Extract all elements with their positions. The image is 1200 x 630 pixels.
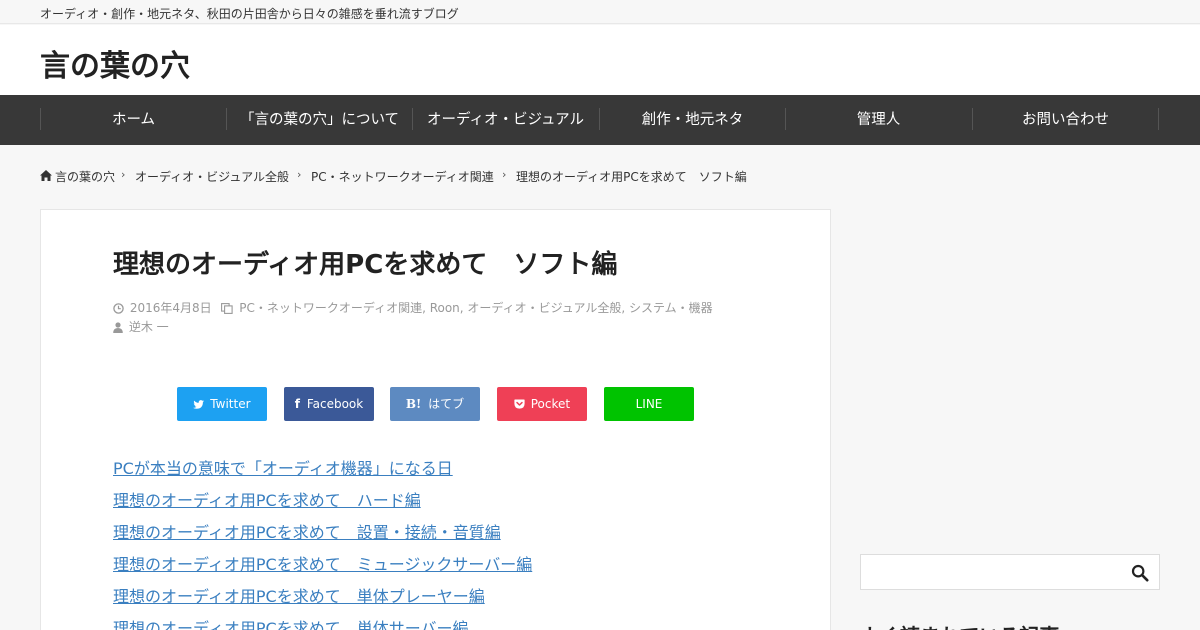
series-link-item[interactable]: 理想のオーディオ用PCを求めて 設置・接続・音質編 xyxy=(113,521,532,553)
facebook-share-button[interactable]: f Facebook xyxy=(284,387,374,421)
hatena-share-label: はてブ xyxy=(428,397,465,411)
global-nav: ホーム 「言の葉の穴」について オーディオ・ビジュアル 創作・地元ネタ 管理人 … xyxy=(0,95,1200,145)
search-input[interactable] xyxy=(860,554,1160,590)
breadcrumb-current: 理想のオーディオ用PCを求めて ソフト編 xyxy=(516,170,747,184)
pocket-icon xyxy=(514,399,525,409)
breadcrumb-category-audio-visual[interactable]: オーディオ・ビジュアル全般 xyxy=(135,168,289,185)
user-icon xyxy=(113,322,123,333)
hatena-share-button[interactable]: B! はてブ xyxy=(390,387,480,421)
post-meta-line: 2016年4月8日 PC・ネットワークオーディオ関連, Roon, オーディオ・… xyxy=(113,299,713,316)
clock-icon xyxy=(113,303,124,314)
hatena-icon: B! xyxy=(405,397,422,411)
post-author-line: 逆木 一 xyxy=(113,318,169,335)
page-title: 理想のオーディオ用PCを求めて ソフト編 xyxy=(113,250,618,280)
series-link-list: PCが本当の意味で「オーディオ機器」になる日 理想のオーディオ用PCを求めて ハ… xyxy=(113,457,532,630)
nav-item-admin[interactable]: 管理人 xyxy=(785,95,972,145)
post-date: 2016年4月8日 xyxy=(129,301,212,315)
series-link-item[interactable]: PCが本当の意味で「オーディオ機器」になる日 xyxy=(113,457,532,489)
top-tagline-bar: オーディオ・創作・地元ネタ、秋田の片田舎から日々の雑感を垂れ流すブログ xyxy=(0,0,1200,24)
home-icon xyxy=(40,170,52,181)
twitter-share-label: Twitter xyxy=(210,397,251,411)
site-tagline: オーディオ・創作・地元ネタ、秋田の片田舎から日々の雑感を垂れ流すブログ xyxy=(40,7,459,21)
line-share-label: LINE xyxy=(635,397,663,411)
facebook-icon: f xyxy=(294,397,300,411)
series-link-item[interactable]: 理想のオーディオ用PCを求めて ミュージックサーバー編 xyxy=(113,553,532,585)
chevron-right-icon: › xyxy=(297,168,302,181)
series-link-item[interactable]: 理想のオーディオ用PCを求めて 単体サーバー編 xyxy=(113,617,532,630)
nav-item-audio-visual[interactable]: オーディオ・ビジュアル xyxy=(412,95,599,145)
nav-item-about[interactable]: 「言の葉の穴」について xyxy=(226,95,413,145)
site-title[interactable]: 言の葉の穴 xyxy=(40,41,190,85)
popular-posts-heading: よく読まれている記事 xyxy=(860,620,1059,630)
pocket-share-label: Pocket xyxy=(530,397,571,411)
category-icon xyxy=(221,303,234,314)
series-link-item[interactable]: 理想のオーディオ用PCを求めて ハード編 xyxy=(113,489,532,521)
twitter-share-button[interactable]: Twitter xyxy=(177,387,267,421)
search-icon[interactable] xyxy=(1131,564,1149,582)
breadcrumb-category-pc-network[interactable]: PC・ネットワークオーディオ関連 xyxy=(311,168,494,185)
chevron-right-icon: › xyxy=(502,168,507,181)
post-author[interactable]: 逆木 一 xyxy=(129,320,169,334)
site-header: 言の葉の穴 xyxy=(0,25,1200,95)
breadcrumb-home-link[interactable]: 言の葉の穴 xyxy=(55,168,115,185)
article-card: 理想のオーディオ用PCを求めて ソフト編 2016年4月8日 PC・ネットワーク… xyxy=(40,209,831,630)
nav-item-creative-local[interactable]: 創作・地元ネタ xyxy=(599,95,786,145)
nav-separator xyxy=(1158,108,1159,130)
pocket-share-button[interactable]: Pocket xyxy=(497,387,587,421)
facebook-share-label: Facebook xyxy=(306,397,364,411)
line-share-button[interactable]: LINE xyxy=(604,387,694,421)
twitter-icon xyxy=(193,400,205,409)
series-link-item[interactable]: 理想のオーディオ用PCを求めて 単体プレーヤー編 xyxy=(113,585,532,617)
chevron-right-icon: › xyxy=(121,168,126,181)
nav-item-home[interactable]: ホーム xyxy=(40,95,227,145)
post-categories[interactable]: PC・ネットワークオーディオ関連, Roon, オーディオ・ビジュアル全般, シ… xyxy=(239,301,712,315)
nav-item-contact[interactable]: お問い合わせ xyxy=(972,95,1159,145)
